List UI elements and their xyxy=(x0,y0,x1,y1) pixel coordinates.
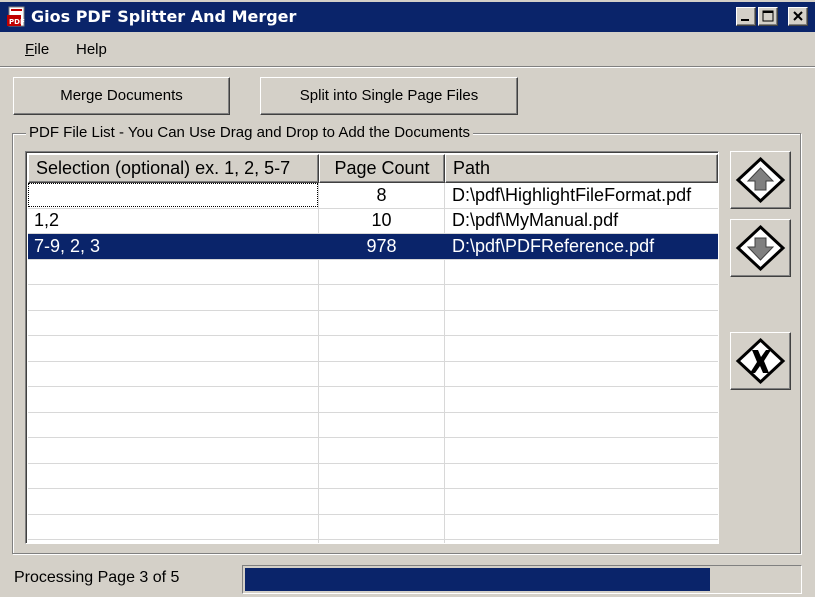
grid-line xyxy=(28,437,718,438)
grid-line xyxy=(28,335,718,336)
status-text: Processing Page 3 of 5 xyxy=(14,569,180,586)
menu-bar: File Help xyxy=(0,34,815,64)
minimize-button[interactable] xyxy=(736,7,756,26)
grid-line xyxy=(28,284,718,285)
grid-line xyxy=(28,361,718,362)
split-pages-button[interactable]: Split into Single Page Files xyxy=(260,77,518,115)
arrow-down-icon xyxy=(735,224,786,272)
x-remove-icon xyxy=(735,337,786,385)
column-header-page-count[interactable]: Page Count xyxy=(319,154,445,183)
menu-file-accelerator: F xyxy=(25,41,35,58)
menu-file[interactable]: File xyxy=(25,41,49,58)
close-button[interactable] xyxy=(788,7,808,26)
grid-line xyxy=(28,488,718,489)
title-bar[interactable]: PDF Gios PDF Splitter And Merger xyxy=(0,2,815,32)
path-cell: D:\pdf\HighlightFileFormat.pdf xyxy=(452,185,692,205)
merge-documents-button[interactable]: Merge Documents xyxy=(13,77,230,115)
path-cell: D:\pdf\PDFReference.pdf xyxy=(452,236,655,256)
table-row[interactable]: 1,2 10 D:\pdf\MyManual.pdf xyxy=(28,208,718,233)
arrow-up-icon xyxy=(735,156,786,204)
menu-file-label: ile xyxy=(34,41,50,58)
maximize-icon xyxy=(762,10,774,22)
progress-bar xyxy=(242,565,802,594)
move-up-button[interactable] xyxy=(730,151,791,209)
menu-separator xyxy=(0,66,815,68)
pdf-app-icon[interactable]: PDF xyxy=(6,6,28,28)
selection-cell[interactable] xyxy=(34,183,314,208)
grid-line xyxy=(28,514,718,515)
maximize-button[interactable] xyxy=(758,7,778,26)
grid-line xyxy=(28,386,718,387)
grid-line xyxy=(28,310,718,311)
close-icon xyxy=(793,11,803,21)
page-count-cell: 10 xyxy=(371,210,392,230)
move-down-button[interactable] xyxy=(730,219,791,277)
list-body: 8 D:\pdf\HighlightFileFormat.pdf 1,2 10 … xyxy=(28,183,718,543)
remove-file-button[interactable] xyxy=(730,332,791,390)
path-cell: D:\pdf\MyManual.pdf xyxy=(452,210,619,230)
table-row[interactable]: 8 D:\pdf\HighlightFileFormat.pdf xyxy=(28,183,718,208)
app-window: PDF Gios PDF Splitter And Merger File He… xyxy=(0,0,815,597)
grid-line xyxy=(28,463,718,464)
progress-fill xyxy=(245,568,710,591)
selection-cell[interactable]: 1,2 xyxy=(34,208,314,233)
menu-help[interactable]: Help xyxy=(76,41,107,58)
grid-line xyxy=(28,539,718,540)
column-header-selection[interactable]: Selection (optional) ex. 1, 2, 5-7 xyxy=(28,154,319,183)
pdf-file-list[interactable]: Selection (optional) ex. 1, 2, 5-7 Page … xyxy=(25,151,719,544)
page-count-cell: 8 xyxy=(376,185,387,205)
page-count-cell: 978 xyxy=(366,236,397,256)
column-header-path[interactable]: Path xyxy=(445,154,718,183)
svg-text:PDF: PDF xyxy=(9,18,25,26)
table-row-selected[interactable]: 7-9, 2, 3 978 D:\pdf\PDFReference.pdf xyxy=(28,234,718,259)
window-title: Gios PDF Splitter And Merger xyxy=(31,7,297,26)
list-header: Selection (optional) ex. 1, 2, 5-7 Page … xyxy=(28,154,718,183)
grid-line xyxy=(28,259,718,260)
file-list-group-label: PDF File List - You Can Use Drag and Dro… xyxy=(26,124,474,141)
grid-line xyxy=(28,412,718,413)
minimize-icon xyxy=(741,19,749,21)
selection-cell[interactable]: 7-9, 2, 3 xyxy=(34,234,314,259)
